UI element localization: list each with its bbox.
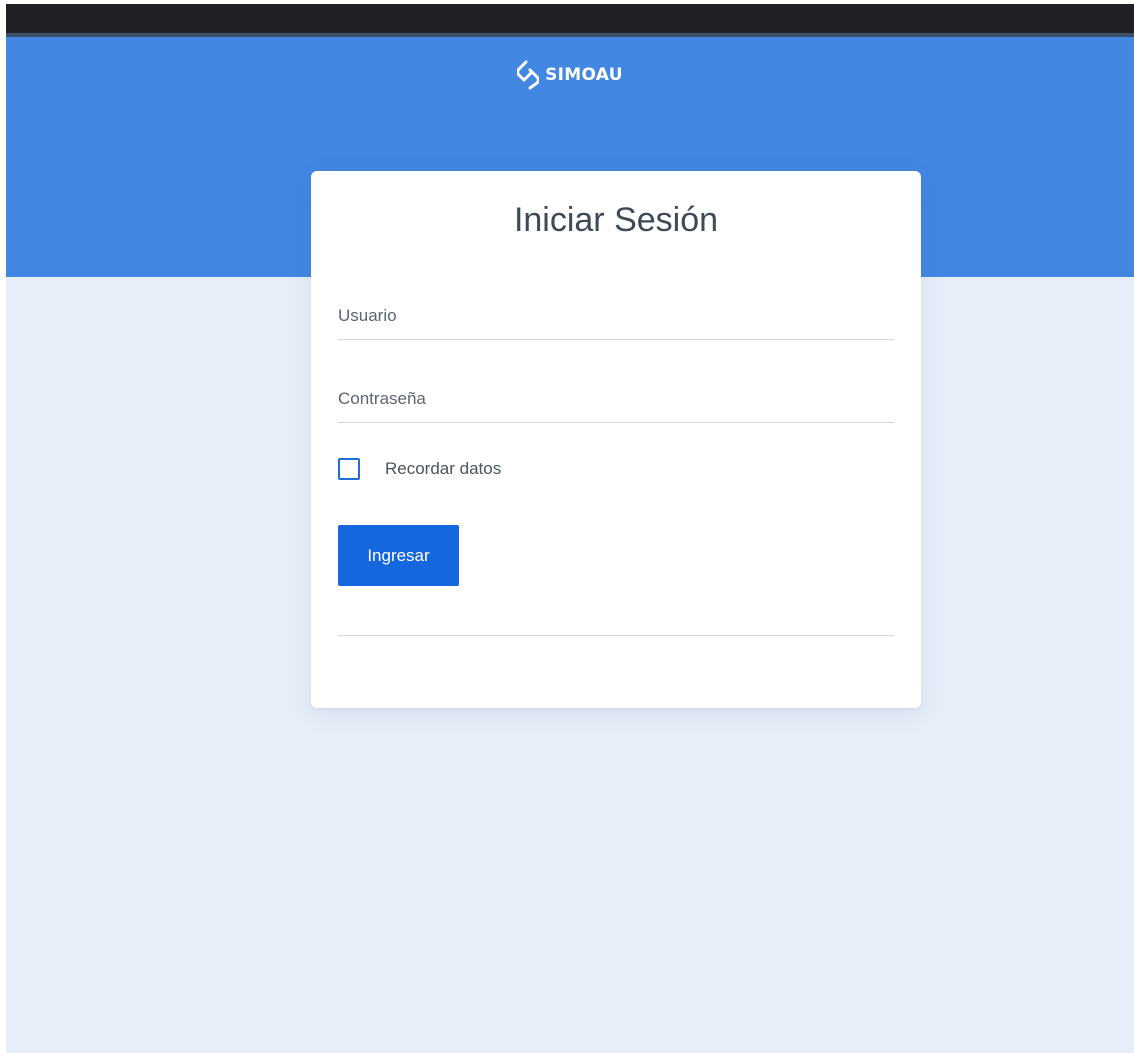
brand-logo: SIMOAU xyxy=(6,60,1134,90)
password-input[interactable] xyxy=(338,384,894,414)
remember-checkbox[interactable] xyxy=(338,458,360,480)
username-field xyxy=(338,293,894,340)
username-input[interactable] xyxy=(338,301,894,331)
password-field xyxy=(338,376,894,423)
login-title: Iniciar Sesión xyxy=(513,201,719,239)
browser-top-bar xyxy=(6,4,1134,33)
remember-label: Recordar datos xyxy=(385,459,502,478)
simoau-logo-icon xyxy=(517,60,540,90)
login-card: Iniciar Sesión Recordar datos Ingresar xyxy=(311,171,921,708)
page: SIMOAU Iniciar Sesión Recordar datos Ing… xyxy=(6,4,1134,1053)
card-divider xyxy=(338,635,894,636)
brand-name: SIMOAU xyxy=(545,65,623,85)
login-button[interactable]: Ingresar xyxy=(338,525,459,586)
remember-me[interactable]: Recordar datos xyxy=(338,458,501,480)
